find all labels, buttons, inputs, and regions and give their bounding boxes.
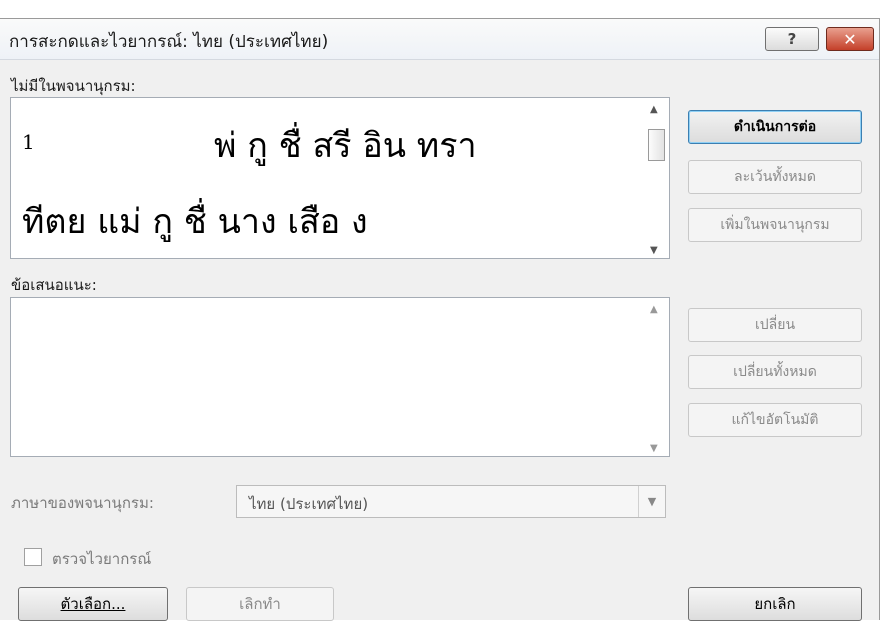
ignore-all-button[interactable]: ละเว้นทั้งหมด [688,160,862,194]
dictionary-language-select[interactable]: ไทย (ประเทศไทย) ▼ [236,485,666,518]
dictionary-language-value: ไทย (ประเทศไทย) [249,495,369,513]
suggestions-scrollbar[interactable]: ▲ ▼ [645,298,669,456]
scroll-up-icon[interactable]: ▲ [650,104,658,115]
change-all-button[interactable]: เปลี่ยนทั้งหมด [688,355,862,389]
help-icon: ? [787,30,797,48]
title-bar: การสะกดและไวยากรณ์: ไทย (ประเทศไทย) ? ✕ [0,19,879,60]
text-line-2: ทีตย แม่ กู ชื่ นาง เสือ ง [22,202,368,242]
suggestions-scroll-down-icon[interactable]: ▼ [650,443,658,454]
change-button[interactable]: เปลี่ยน [688,308,862,342]
add-to-dictionary-button[interactable]: เพิ่มในพจนานุกรม [688,208,862,242]
chevron-down-icon[interactable]: ▼ [638,486,665,517]
not-in-dictionary-textbox[interactable]: 1 พ่ กู ชื่ สรี อิน ทรา ทีตย แม่ กู ชื่ … [10,97,670,259]
check-grammar-checkbox[interactable] [24,548,42,566]
suggestions-scroll-up-icon[interactable]: ▲ [650,304,658,315]
continue-button[interactable]: ดำเนินการต่อ [688,110,862,144]
cancel-button[interactable]: ยกเลิก [688,587,862,621]
suggestions-label: ข้อเสนอแนะ: [11,276,97,294]
not-in-dictionary-label: ไม่มีในพจนานุกรม: [11,77,136,95]
undo-button[interactable]: เลิกทำ [186,587,334,621]
scroll-thumb[interactable] [648,129,665,161]
text-line-number: 1 [22,130,35,154]
options-label: ตัวเลือก... [60,595,126,613]
check-grammar-label: ตรวจไวยากรณ์ [52,550,152,568]
scroll-down-icon[interactable]: ▼ [650,245,658,256]
text-scrollbar[interactable]: ▲ ▼ [645,98,669,258]
spelling-grammar-dialog: การสะกดและไวยากรณ์: ไทย (ประเทศไทย) ? ✕ … [0,18,880,621]
text-line-1: พ่ กู ชื่ สรี อิน ทรา [214,126,477,166]
suggestions-list[interactable]: ▲ ▼ [10,297,670,457]
options-button[interactable]: ตัวเลือก... [18,587,168,621]
help-button[interactable]: ? [765,27,819,51]
dictionary-language-label: ภาษาของพจนานุกรม: [11,494,154,512]
close-icon: ✕ [843,29,857,49]
autocorrect-button[interactable]: แก้ไขอัตโนมัติ [688,403,862,437]
window-title: การสะกดและไวยากรณ์: ไทย (ประเทศไทย) [9,32,329,52]
close-button[interactable]: ✕ [826,27,874,51]
